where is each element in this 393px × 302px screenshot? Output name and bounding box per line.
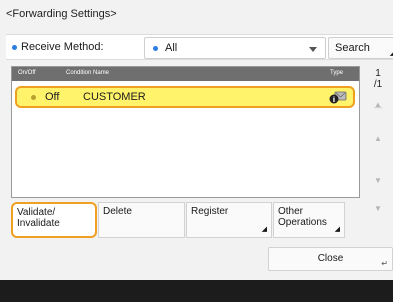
register-button[interactable]: Register ◢ xyxy=(186,202,272,238)
dropdown-arrow-icon xyxy=(309,47,317,52)
scroll-up-icon[interactable]: ▲ xyxy=(367,134,389,154)
receive-method-label: Receive Method: xyxy=(21,41,104,53)
bullet-icon xyxy=(12,45,17,50)
delete-label: Delete xyxy=(103,206,132,217)
corner-arrow-icon: ◢ xyxy=(261,226,267,233)
scroll-down-icon[interactable]: ▼ xyxy=(367,176,389,196)
corner-arrow-icon: ◢ xyxy=(389,50,393,57)
list-item[interactable]: Off CUSTOMER i xyxy=(15,86,355,108)
validate-invalidate-button[interactable]: Validate/ Invalidate xyxy=(11,202,97,238)
header-type: Type xyxy=(330,70,344,76)
search-button-label: Search xyxy=(335,42,370,54)
corner-arrow-icon: ◢ xyxy=(334,226,340,233)
page-current: 1 xyxy=(375,68,381,79)
page-indicator: 1 /1 xyxy=(367,68,389,90)
bullet-icon xyxy=(153,46,158,51)
page-title: <Forwarding Settings> xyxy=(6,8,117,20)
row-onoff: Off xyxy=(45,91,60,103)
close-button[interactable]: Close ↵ xyxy=(268,247,393,271)
register-label: Register xyxy=(191,206,229,217)
list-header: On/Off Condition Name Type xyxy=(12,67,359,81)
delete-button[interactable]: Delete xyxy=(98,202,185,238)
validate-label: Validate/ Invalidate xyxy=(17,207,60,229)
receive-method-row: Receive Method: All Search ◢ xyxy=(6,34,393,60)
scroll-top-icon[interactable]: ▲ — xyxy=(367,100,389,120)
close-label: Close xyxy=(317,253,344,264)
action-buttons: Validate/ Invalidate Delete Register ◢ O… xyxy=(11,202,393,238)
status-bar xyxy=(0,280,393,302)
other-operations-button[interactable]: Other Operations ◢ xyxy=(273,202,345,238)
receive-method-select[interactable]: All xyxy=(144,37,326,59)
header-onoff: On/Off xyxy=(18,70,36,76)
svg-text:i: i xyxy=(333,96,335,104)
status-dot-icon xyxy=(31,95,36,100)
return-arrow-icon: ↵ xyxy=(381,259,388,268)
forwarding-condition-list: On/Off Condition Name Type Off CUSTOMER … xyxy=(11,66,360,198)
other-operations-label: Other Operations xyxy=(278,206,327,228)
receive-method-value: All xyxy=(165,42,178,54)
header-condition-name: Condition Name xyxy=(66,70,110,76)
forward-type-icon: i xyxy=(329,89,347,105)
page-total: /1 xyxy=(373,79,383,90)
search-button[interactable]: Search ◢ xyxy=(328,37,393,59)
row-condition-name: CUSTOMER xyxy=(83,91,146,103)
